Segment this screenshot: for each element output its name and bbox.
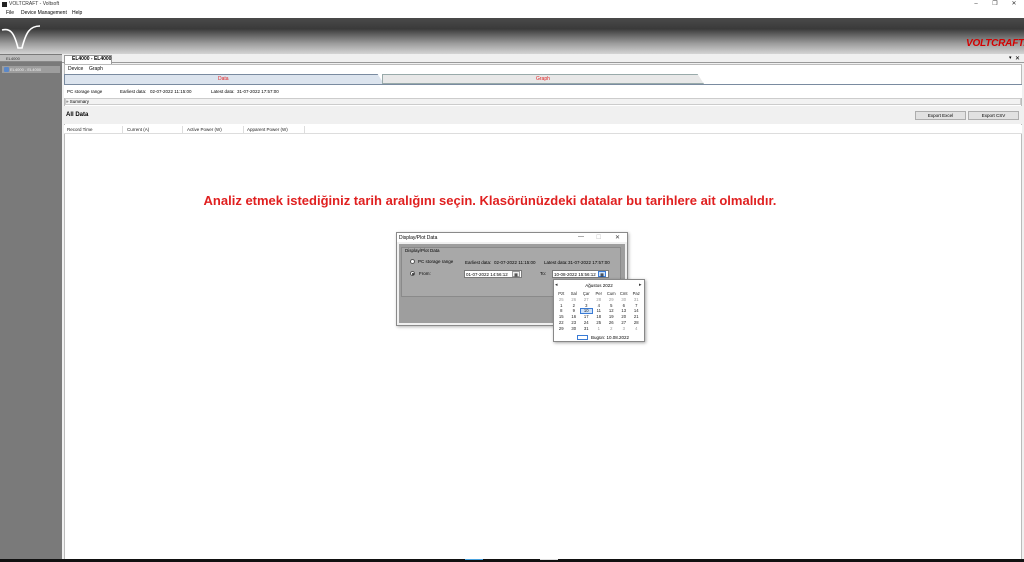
storage-range-label: PC storage range — [67, 89, 103, 94]
calendar-dropdown-icon[interactable]: ▦ — [598, 271, 606, 277]
dialog-maximize-button[interactable]: ☐ — [596, 234, 601, 241]
taskbar-active-indicator — [465, 559, 483, 560]
latest-value: 31-07-2022 17:57:00 — [237, 89, 279, 94]
calendar-grid: Pzt Sal Çar Per Cum Cmt Paz 25 26 27 28 29 30 31 1 2 3 4 5… — [555, 291, 643, 332]
tab-dropdown-icon[interactable]: ▾ — [1009, 55, 1012, 61]
calendar-today-link[interactable]: Bugün: 10.08.2022 — [591, 335, 629, 340]
menu-help[interactable]: Help — [72, 10, 82, 16]
radio-from-label: From: — [419, 271, 431, 276]
earliest-value: 02-07-2022 11:15:00 — [150, 89, 192, 94]
subtab-device[interactable]: Device — [68, 66, 83, 72]
summary-label: » Summary — [66, 99, 90, 104]
dialog-title: Display/Plot Data — [399, 235, 438, 241]
header-banner — [0, 18, 1024, 54]
tab-close-icon[interactable]: ✕ — [1015, 55, 1020, 62]
dialog-latest-label: Latest data: — [544, 260, 568, 265]
instruction-annotation: Analiz etmek istediğiniz tarih aralığını… — [203, 193, 777, 208]
earliest-label: Earliest data: — [120, 89, 147, 94]
column-separator — [243, 126, 244, 134]
column-active-power[interactable]: Active Power (W) — [187, 127, 222, 132]
dialog-close-button[interactable]: ✕ — [615, 234, 620, 241]
document-tab-label: EL4000 - EL4000 — [72, 56, 112, 62]
column-separator — [304, 126, 305, 134]
column-record-time[interactable]: Record Time — [67, 127, 93, 132]
all-data-toolbar — [64, 106, 1022, 124]
expand-icon: » — [66, 99, 69, 104]
radio-storage-range[interactable] — [410, 259, 415, 264]
calendar-day[interactable]: 31 — [580, 326, 593, 332]
calendar-day[interactable]: 2 — [605, 326, 618, 332]
taskbar-indicator — [540, 559, 558, 560]
export-csv-button[interactable]: Export CSV — [968, 111, 1019, 120]
dialog-earliest-value: 02-07-2022 11:15:00 — [494, 260, 536, 265]
radio-storage-range-label: PC storage range — [418, 259, 454, 264]
app-icon — [2, 2, 7, 7]
calendar-day[interactable]: 30 — [568, 326, 581, 332]
to-label: To: — [540, 271, 547, 276]
tab-graph-label: Graph — [536, 76, 550, 82]
calendar-day[interactable]: 3 — [618, 326, 631, 332]
all-data-title: All Data — [66, 112, 89, 118]
dialog-group-title: Display/Plot Data — [405, 248, 440, 253]
logo-wave-icon — [1, 25, 41, 49]
radio-from[interactable] — [410, 271, 415, 276]
device-panel — [0, 54, 62, 562]
device-item-label: EL4000 - EL4000 — [10, 67, 42, 72]
calendar-day[interactable]: 1 — [593, 326, 606, 332]
export-excel-button[interactable]: Export Excel — [915, 111, 966, 120]
menu-file[interactable]: File — [6, 10, 14, 16]
calendar-dropdown-icon[interactable]: ▦ — [512, 271, 520, 277]
calendar-day[interactable]: 29 — [555, 326, 568, 332]
dialog-latest-value: 31-07-2022 17:57:00 — [568, 260, 610, 265]
minimize-button[interactable]: – — [966, 0, 986, 9]
calendar-month-title[interactable]: Ağustos 2022 — [553, 283, 645, 288]
column-separator — [182, 126, 183, 134]
restore-button[interactable]: ❐ — [985, 0, 1005, 9]
window-title: VOLTCRAFT - Voltsoft — [9, 1, 60, 7]
brand-logo: VOLTCRAFT. — [966, 38, 1024, 49]
menu-device-management[interactable]: Device Management — [21, 10, 67, 16]
calendar-next-icon[interactable]: ▸ — [639, 282, 642, 288]
column-current[interactable]: Current (A) — [127, 127, 149, 132]
today-marker — [577, 335, 588, 340]
column-separator — [122, 126, 123, 134]
calendar-day[interactable]: 4 — [630, 326, 643, 332]
window-title-bar — [0, 0, 1024, 9]
storage-range-row — [64, 84, 1022, 98]
menu-bar — [0, 9, 1024, 18]
dialog-minimize-button[interactable]: — — [578, 234, 584, 240]
dialog-earliest-label: Earliest data: — [465, 260, 492, 265]
subtab-graph[interactable]: Graph — [89, 66, 103, 72]
column-apparent-power[interactable]: Apparent Power (W) — [247, 127, 288, 132]
latest-label: Latest data: — [211, 89, 235, 94]
summary-expander[interactable] — [65, 98, 1021, 105]
document-tab-strip — [62, 55, 1024, 63]
device-panel-title: EL4000 — [6, 56, 20, 61]
close-button[interactable]: ✕ — [1004, 0, 1024, 9]
device-icon — [4, 67, 9, 72]
tab-data-label: Data — [218, 76, 229, 82]
